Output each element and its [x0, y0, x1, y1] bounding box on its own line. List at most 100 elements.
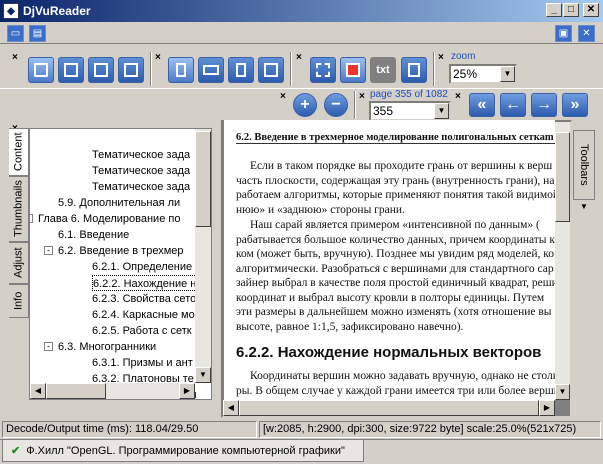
open-icon[interactable]: ▭	[7, 25, 24, 42]
scroll-left-icon[interactable]: ◀	[30, 383, 46, 399]
toolbar-close-icon-3[interactable]: ×	[296, 52, 302, 63]
title-bar: ◆ DjVuReader _ □ ✕	[0, 0, 603, 22]
tree-item[interactable]: 6.3. Многогранники	[58, 339, 156, 355]
tab-adjust[interactable]: Adjust	[9, 242, 29, 284]
tree-item[interactable]: Тематическое зада	[92, 147, 190, 163]
document-page: 6.2. Введение в трехмерное моделирование…	[224, 120, 555, 400]
layout-tree4-button[interactable]	[118, 57, 144, 83]
minimize-button[interactable]: _	[546, 3, 562, 17]
select-region-button[interactable]	[310, 57, 336, 83]
image-mode-button[interactable]	[340, 57, 366, 83]
tree-item-label: 6.2.2. Нахождение н	[93, 278, 197, 290]
last-page-button[interactable]: »	[562, 93, 588, 117]
tree-item[interactable]: 6.2.3. Свойства сето	[92, 291, 196, 307]
document-tab[interactable]: ✔ Ф.Хилл "OpenGL. Программирование компь…	[2, 440, 364, 462]
pane-splitter[interactable]	[213, 120, 221, 420]
chevron-down-icon[interactable]: ▼	[580, 202, 588, 211]
scroll-down-icon-2[interactable]: ▼	[555, 384, 570, 400]
prev-page-button[interactable]: ←	[500, 93, 526, 117]
single-page-button[interactable]	[168, 57, 194, 83]
tree-item-label: Тематическое зада	[92, 181, 191, 193]
tree-item-label: 6.2. Введение в трехмер	[58, 245, 184, 257]
doc-hscroll-thumb[interactable]	[239, 400, 539, 416]
layout-tree-button[interactable]	[28, 57, 54, 83]
tree-item[interactable]: 6.2. Введение в трехмер	[58, 243, 184, 259]
paragraph-line: ры. В общем случае у каждой грани имеетс…	[236, 384, 555, 397]
tree-item-label: Глава 6. Моделирование по	[38, 213, 181, 225]
scroll-right-icon-2[interactable]: ▶	[539, 400, 555, 416]
restore-doc-icon[interactable]: ▣	[555, 25, 572, 42]
tree-item[interactable]: 6.1. Введение	[58, 227, 129, 243]
tree-item-label: Тематическое зада	[92, 149, 191, 161]
chevron-down-icon[interactable]: ▼	[434, 103, 449, 119]
tree-item-label: 6.3.1. Призмы и ант	[92, 357, 193, 369]
file-toolbar	[0, 22, 603, 44]
layout-tree2-button[interactable]	[58, 57, 84, 83]
toolbar-close-icon-7[interactable]: ×	[455, 91, 461, 102]
tab-info[interactable]: Info	[9, 284, 29, 318]
status-decode-time: Decode/Output time (ms): 118.04/29.50	[2, 421, 257, 438]
doc-vscroll-thumb[interactable]	[555, 132, 570, 222]
tree-collapse-icon[interactable]: -	[30, 214, 33, 223]
section-heading: 6.2.2. Нахождение нормальных векторов	[236, 344, 542, 361]
paragraph-line: Координаты вершин можно задавать вручную…	[250, 370, 555, 382]
tree-item-label: 6.1. Введение	[58, 229, 130, 241]
tree-item[interactable]: Тематическое зада	[92, 179, 190, 195]
toolbar-separator-3	[433, 52, 435, 86]
tree-item[interactable]: Тематическое зада	[92, 163, 190, 179]
tree-item-label: Тематическое зада	[92, 165, 191, 177]
first-page-button[interactable]: «	[469, 93, 495, 117]
zoom-in-button[interactable]: +	[293, 93, 317, 117]
content-tree[interactable]: Тематическое зада Тематическое зада Темати…	[29, 128, 212, 400]
tree-item-label: 6.2.1. Определение	[92, 261, 193, 273]
paragraph-line: зайнер выбрал в качестве поля простой ед…	[236, 277, 555, 289]
toolbar-close-icon-2[interactable]: ×	[155, 52, 161, 63]
tree-item[interactable]: 6.2.5. Работа с сетк	[92, 323, 192, 339]
scroll-down-icon[interactable]: ▼	[195, 367, 211, 383]
layout-tree3-button[interactable]	[88, 57, 114, 83]
page-select[interactable]: 355 ▼	[369, 101, 451, 121]
next-page-button[interactable]: →	[531, 93, 557, 117]
tree-item-label: 5.9. Дополнительная ли	[58, 197, 181, 209]
tree-item[interactable]: 6.2.4. Каркасные мо	[92, 307, 195, 323]
tree-collapse-icon[interactable]: -	[44, 342, 53, 351]
tree-vscroll-thumb[interactable]	[195, 131, 211, 227]
page-header: 6.2. Введение в трехмерное моделирование…	[236, 132, 555, 144]
tree-collapse-icon[interactable]: -	[44, 246, 53, 255]
zoom-out-button[interactable]: −	[324, 93, 348, 117]
tree-item[interactable]: 6.2.2. Нахождение н	[92, 275, 198, 291]
copy-button[interactable]	[401, 57, 427, 83]
tree-item-label: 6.2.5. Работа с сетк	[92, 325, 192, 337]
save-icon[interactable]: ▤	[29, 25, 46, 42]
scroll-left-icon-2[interactable]: ◀	[223, 400, 239, 416]
tree-item[interactable]: 5.9. Дополнительная ли	[58, 195, 180, 211]
tree-item-label: 6.2.4. Каркасные мо	[92, 309, 195, 321]
status-page-info: [w:2085, h:2900, dpi:300, size:9722 byte…	[259, 421, 601, 438]
tab-thumbnails[interactable]: Thumbnails	[9, 176, 29, 242]
two-page-button[interactable]	[198, 57, 224, 83]
chevron-down-icon[interactable]: ▼	[500, 66, 515, 82]
tree-item[interactable]: 6.2.1. Определение	[92, 259, 192, 275]
toolbar-close-icon-6[interactable]: ×	[359, 91, 365, 102]
paragraph-line: Если в таком порядке вы проходите грань …	[250, 160, 553, 172]
close-doc-icon[interactable]: ✕	[578, 25, 595, 42]
toolbar-close-icon-5[interactable]: ×	[280, 91, 286, 102]
scroll-right-icon[interactable]: ▶	[179, 383, 195, 399]
paragraph-line: координат и выбрал высоту кровли в полто…	[236, 291, 545, 304]
toolbar-close-icon[interactable]: ×	[12, 52, 18, 63]
paragraph-line: Наш сарай является примером «интенсивной…	[250, 219, 540, 231]
maximize-button[interactable]: □	[563, 3, 579, 17]
text-mode-button[interactable]: txt	[370, 57, 396, 83]
tree-hscroll-thumb[interactable]	[46, 383, 106, 399]
tree-item[interactable]: Глава 6. Моделирование по	[38, 211, 180, 227]
zoom-select[interactable]: 25% ▼	[449, 64, 517, 84]
close-button[interactable]: ✕	[583, 3, 599, 17]
tree-item[interactable]: 6.3.1. Призмы и ант	[92, 355, 193, 371]
continuous-button[interactable]	[228, 57, 254, 83]
tab-toolbars[interactable]: Toolbars	[573, 130, 595, 200]
toolbar-close-icon-4[interactable]: ×	[438, 52, 444, 63]
facing-button[interactable]	[258, 57, 284, 83]
paragraph-line: рабатывается большое количество данных, …	[236, 233, 555, 246]
tab-content[interactable]: Content	[9, 128, 29, 176]
toolbar-separator	[150, 52, 152, 86]
